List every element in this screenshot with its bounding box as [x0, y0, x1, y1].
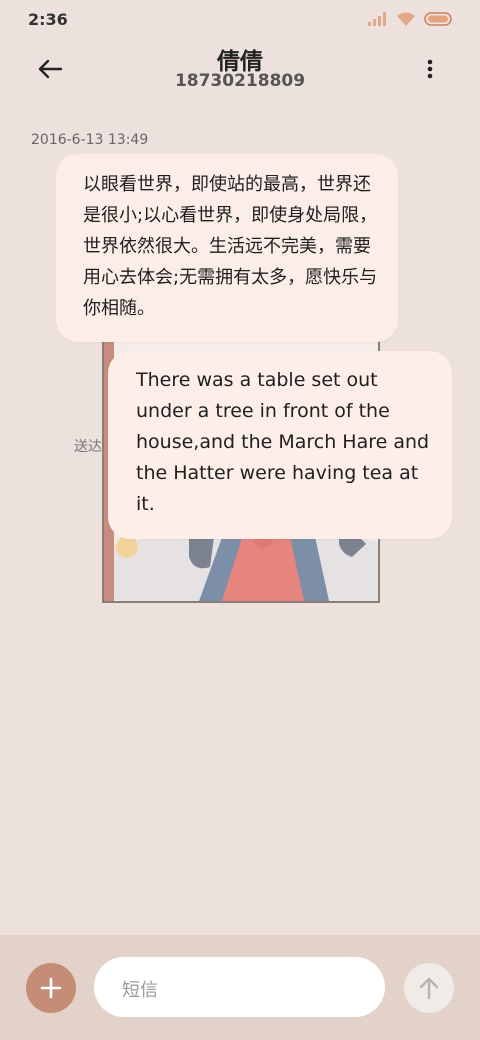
signal-icon — [368, 12, 386, 26]
status-icons — [368, 10, 454, 28]
send-button[interactable] — [404, 963, 454, 1013]
arrow-up-icon — [419, 977, 439, 1000]
composer-bar: 短信 — [0, 935, 480, 1040]
message-text: There was a table set out under a tree i… — [136, 369, 430, 515]
message-bubble[interactable]: 以眼看世界，即使站的最高，世界还是很小;以心看世界，即使身处局限，世界依然很大。… — [56, 154, 398, 342]
conversation-header: 倩倩 18730218809 — [0, 38, 480, 108]
more-vertical-icon — [427, 59, 433, 79]
add-attachment-button[interactable] — [26, 963, 76, 1013]
plus-icon — [40, 977, 62, 999]
message-input[interactable]: 短信 — [94, 957, 385, 1017]
wifi-icon — [397, 12, 415, 26]
sent-status: 送达 — [74, 439, 102, 455]
message-input-placeholder: 短信 — [122, 980, 158, 1001]
message-bubble[interactable]: There was a table set out under a tree i… — [108, 351, 452, 539]
contact-number: 18730218809 — [174, 71, 306, 91]
message-text: 以眼看世界，即使站的最高，世界还是很小;以心看世界，即使身处局限，世界依然很大。… — [83, 174, 378, 319]
more-options-button[interactable] — [418, 56, 442, 82]
status-time: 2:36 — [28, 10, 68, 29]
message-timestamp: 2016-6-13 13:49 — [31, 132, 149, 148]
status-bar: 2:36 — [0, 0, 480, 38]
battery-icon — [424, 12, 452, 26]
